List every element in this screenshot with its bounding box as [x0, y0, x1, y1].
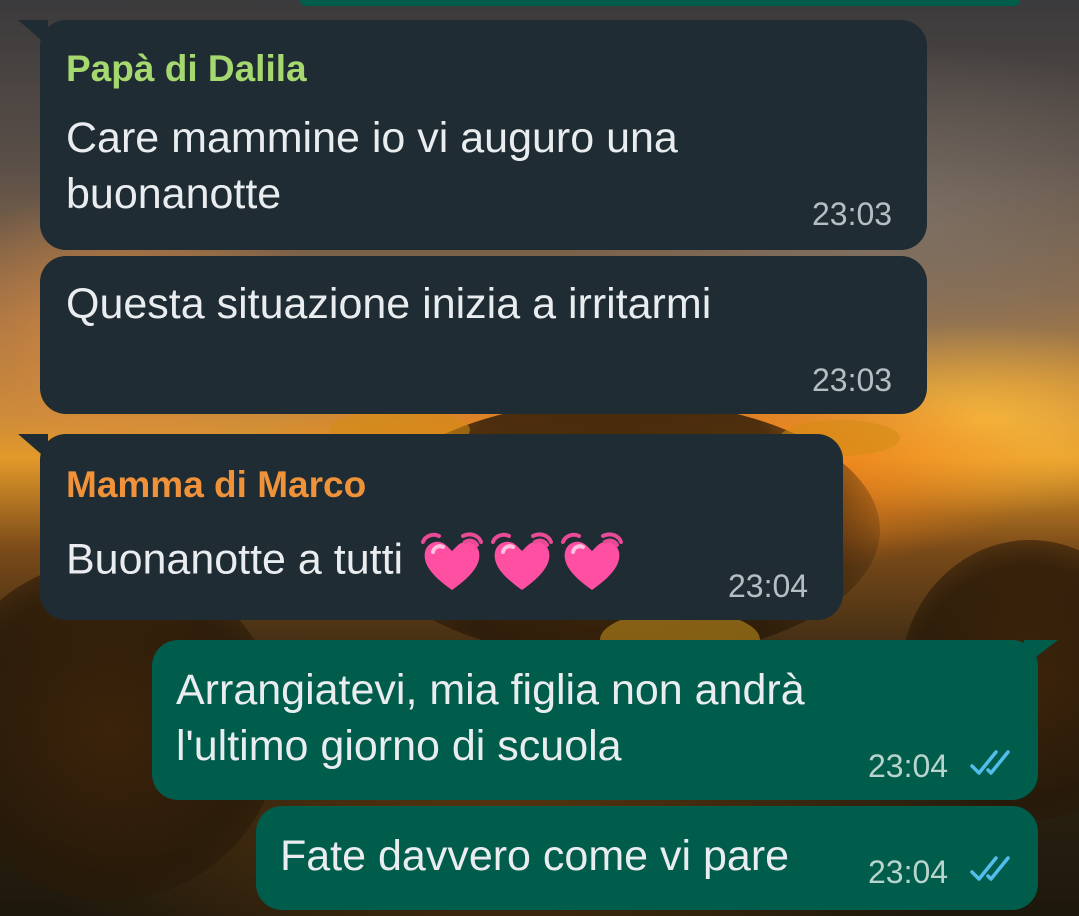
message-bubble-incoming[interactable]: Mamma di Marco Buonanotte a tutti 23:04 [40, 434, 843, 620]
message-sender-name[interactable]: Mamma di Marco [66, 464, 366, 506]
message-text: Buonanotte a tutti [66, 530, 625, 594]
read-double-check-icon [970, 856, 1010, 881]
read-double-check-icon [970, 750, 1010, 775]
message-text: Care mammine io vi auguro una buonanotte [66, 114, 678, 218]
previous-outgoing-bubble-edge [300, 0, 1020, 6]
beating-heart-icon [491, 532, 554, 590]
message-time: 23:03 [812, 362, 893, 398]
message-text: Questa situazione inizia a irritarmi [66, 280, 712, 328]
message-sender-name[interactable]: Papà di Dalila [66, 48, 307, 90]
message-time: 23:03 [812, 196, 893, 232]
message-bubble-outgoing[interactable]: Arrangiatevi, mia figlia non andrà l'ult… [152, 640, 1038, 800]
message-bubble-incoming[interactable]: Questa situazione inizia a irritarmi 23:… [40, 256, 927, 414]
message-time: 23:04 [728, 568, 809, 604]
message-bubble-outgoing[interactable]: Fate davvero come vi pare 23:04 [256, 806, 1038, 910]
message-time: 23:04 [868, 748, 949, 784]
message-time: 23:04 [868, 854, 949, 890]
message-text: Fate davvero come vi pare [280, 832, 790, 880]
beating-heart-icon [421, 532, 484, 590]
beating-heart-icon [561, 532, 624, 590]
message-text: Arrangiatevi, mia figlia non andrà l'ult… [176, 666, 805, 770]
message-bubble-incoming[interactable]: Papà di Dalila Care mammine io vi auguro… [40, 20, 927, 250]
message-text-content: Buonanotte a tutti [66, 535, 404, 584]
